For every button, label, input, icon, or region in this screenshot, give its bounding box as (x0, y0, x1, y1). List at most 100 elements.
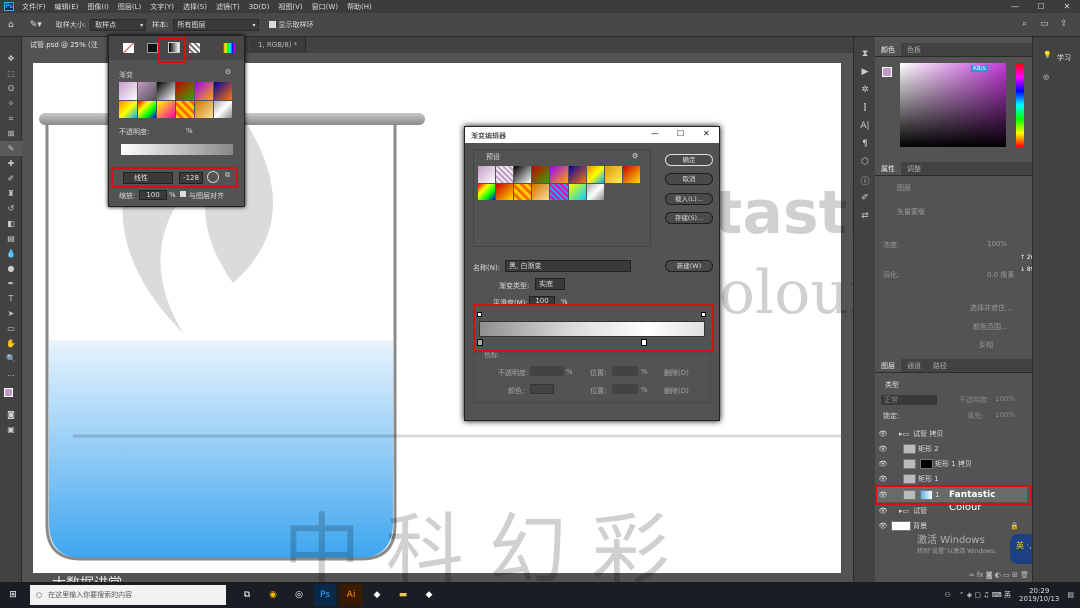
libraries-icon[interactable]: ◎ (1043, 73, 1049, 81)
more-tools-icon[interactable]: … (0, 366, 22, 381)
refine-button[interactable]: 选择并遮住... (970, 303, 1012, 313)
people-icon[interactable]: ⚇ (944, 591, 950, 599)
layer-row[interactable]: 👁 ▸▭ 试管 拷贝 (877, 426, 1027, 441)
density-value[interactable]: 100% (987, 240, 1007, 248)
new-layer-icon[interactable]: ⊞ (1012, 571, 1018, 579)
tab-properties[interactable]: 属性 (875, 162, 901, 175)
play-icon[interactable]: ▶ (854, 63, 876, 81)
screen-mode-icon[interactable]: ▣ (0, 422, 22, 437)
show-ring-checkbox[interactable] (268, 21, 276, 28)
load-button[interactable]: 载入(L)... (665, 193, 713, 205)
info-icon[interactable]: ⓘ (854, 171, 876, 189)
properties-icon[interactable]: ⇄ (854, 207, 876, 225)
hue-slider[interactable] (1016, 63, 1024, 147)
presets-gear-icon[interactable]: ⚙ (632, 152, 638, 160)
sample-size-select[interactable]: 取样点 (90, 18, 147, 31)
app-icon-2[interactable]: ◆ (418, 584, 440, 606)
eye-icon[interactable]: 👁 (877, 522, 889, 530)
search-icon[interactable]: ⌕ (1022, 19, 1027, 29)
menu-3d[interactable]: 3D(D) (249, 3, 270, 11)
adjust-icon[interactable]: ✲ (854, 81, 876, 99)
share-icon[interactable]: ⇪ (1060, 19, 1068, 29)
close-button[interactable]: ✕ (1054, 0, 1080, 13)
gradient-swatch-black[interactable] (147, 43, 158, 53)
tab-layers[interactable]: 图层 (875, 359, 901, 372)
tab-swatches[interactable]: 色板 (901, 43, 927, 56)
learn-label[interactable]: 学习 (1057, 53, 1071, 63)
move-tool-icon[interactable]: ✥ (0, 51, 22, 66)
ok-button[interactable]: 确定 (665, 154, 713, 166)
sample-select[interactable]: 所有图层 (172, 18, 259, 31)
stop-position-field[interactable] (612, 366, 638, 376)
gradient-preview-bar[interactable] (121, 144, 233, 155)
foreground-color-swatch[interactable] (4, 388, 13, 397)
tab-paths[interactable]: 路径 (927, 359, 953, 372)
gradient-swatch-none[interactable] (123, 43, 134, 53)
group-icon[interactable]: ▭ (1003, 571, 1010, 579)
rectangle-tool-icon[interactable]: ▭ (0, 321, 22, 336)
trash-icon[interactable]: 🗑 (1020, 571, 1029, 579)
magic-wand-tool-icon[interactable]: ✧ (0, 96, 22, 111)
browser-icon[interactable]: ◎ (288, 584, 310, 606)
menu-window[interactable]: 窗口(W) (312, 2, 338, 12)
editor-preset-grid[interactable] (478, 166, 640, 200)
menu-image[interactable]: 图像(I) (87, 2, 109, 12)
minimize-button[interactable]: — (1002, 0, 1028, 13)
3d-icon[interactable]: ⬡ (854, 153, 876, 171)
pen-tool-icon[interactable]: ✒ (0, 276, 22, 291)
menu-layer[interactable]: 图层(L) (118, 2, 141, 12)
notification-icon[interactable]: ▤ (1067, 591, 1074, 599)
link-icon[interactable]: ∞ (969, 571, 975, 579)
eyedropper-icon[interactable]: ✎▾ (30, 20, 42, 30)
color-range-button[interactable]: 颜色范围... (973, 322, 1008, 332)
quick-mask-icon[interactable]: ◙ (0, 407, 22, 422)
menu-type[interactable]: 文字(Y) (150, 2, 174, 12)
tab-channels[interactable]: 通道 (901, 359, 927, 372)
menu-view[interactable]: 视图(V) (278, 2, 302, 12)
marquee-tool-icon[interactable]: ⬚ (0, 66, 22, 81)
eraser-tool-icon[interactable]: ◧ (0, 216, 22, 231)
taskbar-search[interactable]: ○ 在这里输入你要搜索的内容 (30, 585, 226, 605)
eye-icon[interactable]: 👁 (877, 445, 889, 453)
fill-value[interactable]: 100% (995, 411, 1015, 419)
tab-test-tube[interactable]: 试管.psd @ 25% (注射器 (22, 37, 112, 65)
color-field[interactable] (900, 63, 1006, 147)
layer-opacity-value[interactable]: 100% (995, 395, 1015, 403)
adjustment-icon[interactable]: ◐ (995, 571, 1001, 579)
menu-select[interactable]: 选择(S) (183, 2, 207, 12)
save-button[interactable]: 存储(S)... (665, 212, 713, 224)
photoshop-task-icon[interactable]: Ps (314, 584, 336, 606)
gear-icon[interactable]: ⚙ (225, 68, 231, 76)
file-explorer-icon[interactable]: ▬ (392, 584, 414, 606)
stop-delete-opacity[interactable]: 删除(D) (664, 368, 689, 378)
feather-value[interactable]: 0.0 像素 (987, 270, 1014, 280)
frame-tool-icon[interactable]: ⊠ (0, 126, 22, 141)
stop-color-swatch[interactable] (530, 384, 554, 394)
tab-adjustments[interactable]: 调整 (901, 162, 927, 175)
healing-tool-icon[interactable]: ✚ (0, 156, 22, 171)
eye-icon[interactable]: 👁 (877, 430, 889, 438)
layer-row[interactable]: 👁 矩形 1 拷贝 (877, 456, 1027, 471)
crop-tool-icon[interactable]: ⌗ (0, 111, 22, 126)
dialog-close-icon[interactable]: ✕ (703, 129, 710, 138)
chrome-icon[interactable]: ◉ (262, 584, 284, 606)
hand-tool-icon[interactable]: ✋ (0, 336, 22, 351)
name-field[interactable]: 黑, 白渐变 (505, 260, 631, 272)
gradient-swatch-rainbow[interactable] (223, 43, 235, 53)
zoom-tool-icon[interactable]: 🔍 (0, 351, 22, 366)
align-checkbox[interactable] (180, 191, 186, 197)
workspace-icon[interactable]: ▭ (1040, 19, 1049, 29)
menu-edit[interactable]: 编辑(E) (55, 2, 79, 12)
stop-position2-field[interactable] (612, 384, 638, 394)
stop-opacity-field[interactable] (530, 366, 564, 376)
clock-date[interactable]: 2019/10/13 (1019, 595, 1059, 603)
lightbulb-icon[interactable]: 💡 (1043, 51, 1052, 59)
tab-second-doc[interactable]: 1, RGB/8) * (250, 37, 307, 53)
layer-kind-filter[interactable]: 类型 (885, 380, 899, 390)
type-select[interactable]: 实底 (535, 278, 565, 290)
app-icon-1[interactable]: ◆ (366, 584, 388, 606)
clock-time[interactable]: 20:29 (1019, 587, 1059, 595)
maximize-button[interactable]: ☐ (1028, 0, 1054, 13)
cancel-button[interactable]: 取消 (665, 173, 713, 185)
dialog-minimize-icon[interactable]: — (651, 129, 659, 138)
